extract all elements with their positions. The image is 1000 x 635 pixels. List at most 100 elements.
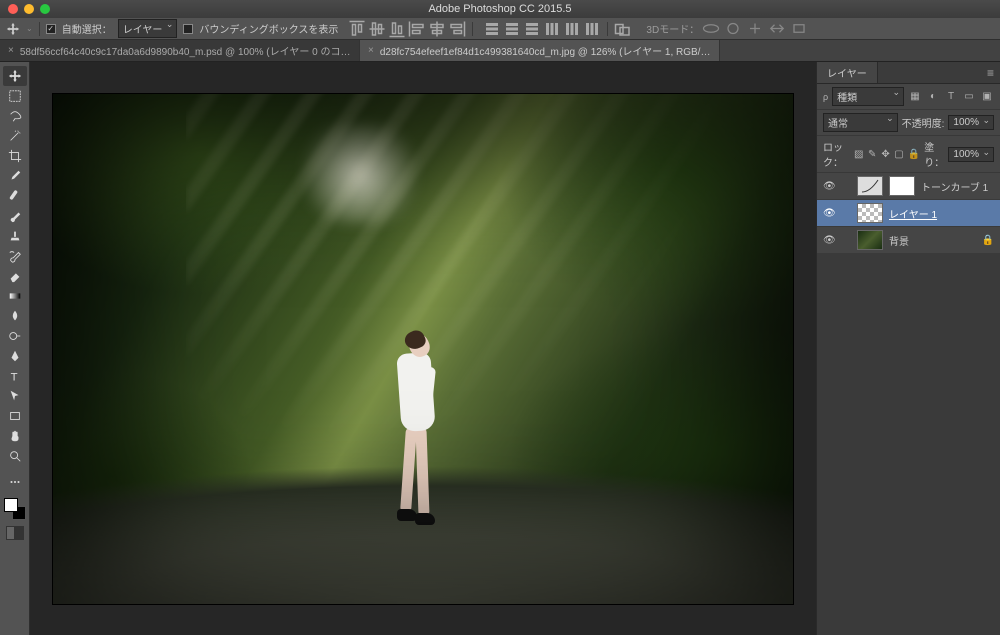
filter-smart-icon[interactable]: ▣ (980, 91, 994, 103)
separator (39, 22, 40, 36)
distribute-top-button[interactable] (483, 21, 501, 37)
align-vcenter-button[interactable] (368, 21, 386, 37)
3d-roll-icon[interactable] (723, 21, 743, 37)
close-tab-icon[interactable]: × (8, 45, 14, 56)
layer-thumb (857, 203, 883, 223)
visibility-toggle[interactable]: 👁 (823, 235, 835, 246)
distribute-right-button[interactable] (583, 21, 601, 37)
brush-tool[interactable] (3, 206, 27, 226)
3d-pan-icon[interactable] (745, 21, 765, 37)
tool-preset-icon[interactable] (6, 22, 20, 36)
layer-name[interactable]: 背景 (889, 233, 976, 248)
document-tab-bar: × 58df56ccf64c40c9c17da0a6d9890b40_m.psd… (0, 40, 1000, 62)
document-tab[interactable]: × d28fc754efeef1ef84d1c499381640cd_m.jpg… (360, 40, 720, 61)
filter-type-icon[interactable]: T (944, 91, 958, 103)
distribute-vcenter-button[interactable] (503, 21, 521, 37)
lock-all-icon[interactable]: 🔒 (908, 148, 920, 160)
crop-tool[interactable] (3, 146, 27, 166)
3d-slide-icon[interactable] (767, 21, 787, 37)
edit-toolbar-button[interactable] (3, 472, 27, 492)
distribute-buttons (483, 21, 601, 37)
align-buttons (348, 21, 466, 37)
layer-name[interactable]: トーンカーブ 1 (921, 179, 994, 194)
path-select-tool[interactable] (3, 386, 27, 406)
layer-name[interactable]: レイヤー 1 (889, 206, 994, 221)
align-top-edges-button[interactable] (348, 21, 366, 37)
type-tool[interactable]: T (3, 366, 27, 386)
quick-mask-toggle[interactable] (6, 526, 24, 540)
panel-menu-icon[interactable]: ≡ (981, 66, 1000, 80)
gradient-tool[interactable] (3, 286, 27, 306)
opacity-field[interactable]: 100% (948, 115, 994, 130)
blend-opacity-row: 通常 不透明度: 100% (817, 110, 1000, 136)
align-left-edges-button[interactable] (408, 21, 426, 37)
auto-align-button[interactable] (614, 21, 632, 37)
zoom-window-button[interactable] (40, 4, 50, 14)
close-window-button[interactable] (8, 4, 18, 14)
foreground-color-swatch[interactable] (4, 498, 18, 512)
align-hcenter-button[interactable] (428, 21, 446, 37)
blend-mode-dropdown[interactable]: 通常 (823, 113, 898, 132)
history-brush-tool[interactable] (3, 246, 27, 266)
canvas-area[interactable] (30, 62, 816, 635)
document-canvas[interactable] (53, 94, 793, 604)
filter-pixel-icon[interactable]: ▦ (908, 91, 922, 103)
eyedropper-tool[interactable] (3, 166, 27, 186)
auto-select-checkbox[interactable]: ✓ (46, 24, 56, 34)
svg-text:T: T (10, 371, 17, 383)
visibility-toggle[interactable]: 👁 (823, 208, 835, 219)
lock-transparent-icon[interactable]: ▨ (854, 148, 863, 160)
layer-filter-row: ρ 種類 ▦ ◐ T ▭ ▣ (817, 84, 1000, 110)
lock-artboard-icon[interactable]: ▢ (894, 148, 903, 160)
tab-label: d28fc754efeef1ef84d1c499381640cd_m.jpg @… (380, 43, 711, 58)
layer-row[interactable]: 👁 背景 🔒 (817, 227, 1000, 254)
magic-wand-tool[interactable] (3, 126, 27, 146)
spot-heal-tool[interactable] (3, 186, 27, 206)
clone-stamp-tool[interactable] (3, 226, 27, 246)
3d-orbit-icon[interactable] (701, 21, 721, 37)
filter-adjust-icon[interactable]: ◐ (926, 91, 940, 103)
pen-tool[interactable] (3, 346, 27, 366)
lock-icon: 🔒 (982, 235, 994, 246)
blur-tool[interactable] (3, 306, 27, 326)
panel-empty-area (817, 254, 1000, 635)
minimize-window-button[interactable] (24, 4, 34, 14)
dodge-tool[interactable] (3, 326, 27, 346)
eraser-tool[interactable] (3, 266, 27, 286)
distribute-hcenter-button[interactable] (563, 21, 581, 37)
fill-field[interactable]: 100% (948, 147, 994, 162)
close-tab-icon[interactable]: × (368, 45, 374, 56)
panels-column: レイヤー ≡ ρ 種類 ▦ ◐ T ▭ ▣ 通常 不透明度: 100% ロック：… (816, 62, 1000, 635)
toolbox: T (0, 62, 30, 635)
rectangle-tool[interactable] (3, 406, 27, 426)
window-titlebar: Adobe Photoshop CC 2015.5 (0, 0, 1000, 18)
align-bottom-edges-button[interactable] (388, 21, 406, 37)
lasso-tool[interactable] (3, 106, 27, 126)
layers-panel-tab[interactable]: レイヤー (817, 62, 878, 83)
align-right-edges-button[interactable] (448, 21, 466, 37)
show-bbox-label: バウンディングボックスを表示 (199, 21, 338, 36)
lock-position-icon[interactable]: ✥ (881, 148, 890, 160)
layer-row[interactable]: 👁 レイヤー 1 (817, 200, 1000, 227)
lock-pixels-icon[interactable]: ✎ (867, 148, 876, 160)
distribute-bottom-button[interactable] (523, 21, 541, 37)
distribute-left-button[interactable] (543, 21, 561, 37)
filter-shape-icon[interactable]: ▭ (962, 91, 976, 103)
document-tab[interactable]: × 58df56ccf64c40c9c17da0a6d9890b40_m.psd… (0, 40, 360, 61)
color-swatches[interactable] (4, 498, 26, 520)
hand-tool[interactable] (3, 426, 27, 446)
app-title: Adobe Photoshop CC 2015.5 (0, 3, 1000, 15)
fill-label: 塗り： (924, 139, 944, 169)
move-tool[interactable] (3, 66, 27, 86)
marquee-tool[interactable] (3, 86, 27, 106)
adjustment-thumb (857, 176, 883, 196)
filter-kind-dropdown[interactable]: 種類 (832, 87, 904, 106)
auto-select-mode-dropdown[interactable]: レイヤー (118, 19, 178, 38)
zoom-tool[interactable] (3, 446, 27, 466)
show-bbox-checkbox[interactable] (183, 24, 193, 34)
3d-scale-icon[interactable] (789, 21, 809, 37)
visibility-toggle[interactable]: 👁 (823, 181, 835, 192)
tab-label: 58df56ccf64c40c9c17da0a6d9890b40_m.psd @… (20, 43, 351, 58)
layer-row[interactable]: 👁 トーンカーブ 1 (817, 173, 1000, 200)
mask-thumb[interactable] (889, 176, 915, 196)
